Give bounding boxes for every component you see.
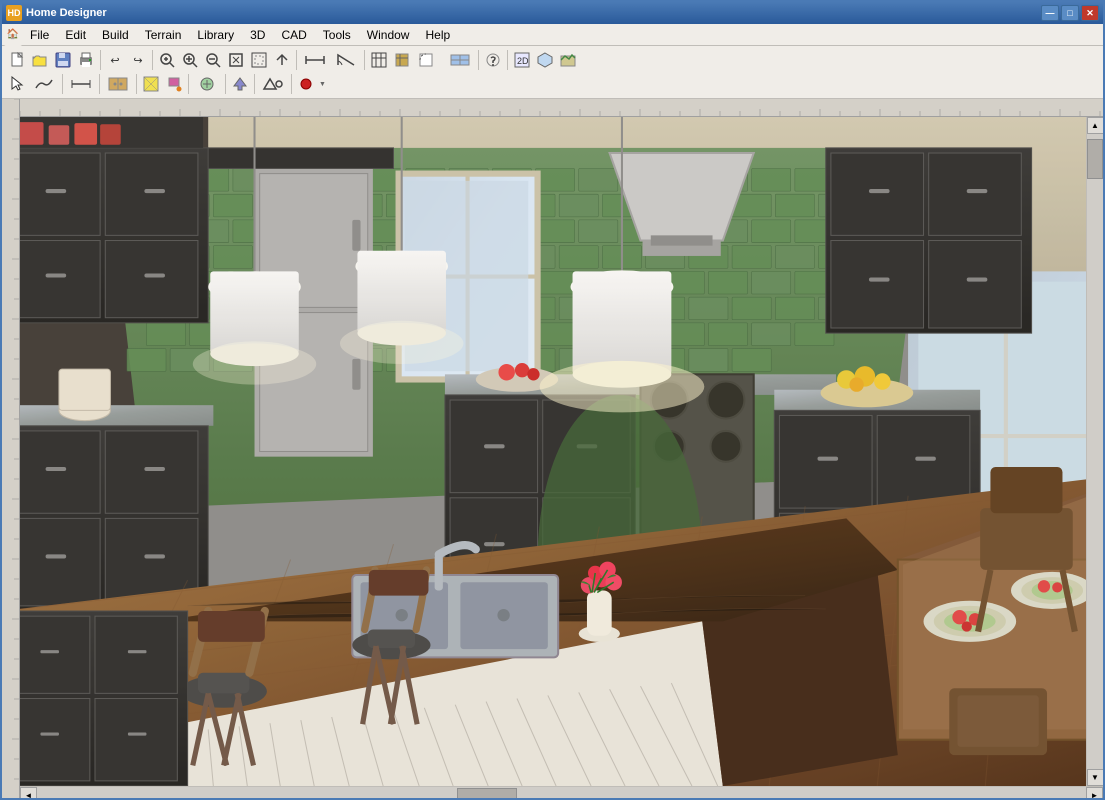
paint-bucket-btn[interactable]: [163, 73, 185, 95]
zoom-in-button[interactable]: [179, 49, 201, 71]
fill-window-button[interactable]: [225, 49, 247, 71]
window-title: Home Designer: [26, 7, 1041, 19]
h-scroll-track[interactable]: [37, 787, 1086, 800]
record-dropdown-arrow[interactable]: ▼: [319, 81, 326, 88]
vertical-scrollbar[interactable]: ▲ ▼: [1086, 117, 1103, 786]
menu-cad[interactable]: CAD: [273, 26, 314, 44]
title-bar: HD Home Designer — □ ✕: [2, 2, 1103, 24]
scroll-down-button[interactable]: ▼: [1087, 769, 1104, 786]
2d-view-btn[interactable]: 2D: [511, 49, 533, 71]
door-btn[interactable]: [414, 49, 444, 71]
redo-button[interactable]: ↪: [127, 49, 149, 71]
print-button[interactable]: [75, 49, 97, 71]
app-menu-icon[interactable]: 🏠: [4, 24, 22, 46]
cabinet-tool[interactable]: [103, 73, 133, 95]
3d-viewport[interactable]: [20, 117, 1086, 786]
menu-3d[interactable]: 3D: [242, 26, 273, 44]
toolbar-row1: ↩ ↪: [2, 46, 1103, 99]
zoom-region-button[interactable]: [156, 49, 178, 71]
place-fixture-btn[interactable]: [192, 73, 222, 95]
arrow-up-btn[interactable]: [229, 73, 251, 95]
horizontal-ruler: [20, 99, 1103, 117]
poly-select-tool[interactable]: [29, 73, 59, 95]
undo-button[interactable]: ↩: [104, 49, 126, 71]
menu-file[interactable]: File: [22, 26, 57, 44]
kitchen-scene-svg: [20, 117, 1086, 786]
symbol-btn[interactable]: [482, 49, 504, 71]
open-button[interactable]: [29, 49, 51, 71]
save-button[interactable]: [52, 49, 74, 71]
undo-zoom-button[interactable]: [248, 49, 270, 71]
select-tool[interactable]: [6, 73, 28, 95]
menu-bar: 🏠 File Edit Build Terrain Library 3D CAD…: [2, 24, 1103, 46]
wall-angle-btn[interactable]: [331, 49, 361, 71]
content-area: ▲ ▼ ◄ ►: [2, 99, 1103, 800]
elevation-btn[interactable]: [557, 49, 579, 71]
menu-edit[interactable]: Edit: [57, 26, 94, 44]
framing-btn[interactable]: [368, 49, 390, 71]
app-icon: HD: [6, 5, 22, 21]
menu-tools[interactable]: Tools: [315, 26, 359, 44]
transform-btn[interactable]: [258, 73, 288, 95]
stairs-btn[interactable]: [391, 49, 413, 71]
maximize-button[interactable]: □: [1061, 5, 1079, 21]
scroll-thumb[interactable]: [1087, 139, 1103, 179]
new-button[interactable]: [6, 49, 28, 71]
vertical-ruler: [2, 99, 20, 800]
scroll-up-button[interactable]: ▲: [1087, 117, 1104, 134]
zoom-prev-button[interactable]: [271, 49, 293, 71]
title-bar-controls: — □ ✕: [1041, 5, 1099, 21]
canvas-container: ▲ ▼ ◄ ►: [20, 99, 1103, 800]
material-paint-btn[interactable]: [140, 73, 162, 95]
menu-build[interactable]: Build: [94, 26, 137, 44]
zoom-out-button[interactable]: [202, 49, 224, 71]
wall-length-btn[interactable]: [300, 49, 330, 71]
menu-library[interactable]: Library: [189, 26, 242, 44]
scroll-left-button[interactable]: ◄: [20, 787, 37, 800]
scene-and-scrollbar: ▲ ▼: [20, 117, 1103, 786]
svg-text:2D: 2D: [517, 56, 529, 66]
record-btn[interactable]: [295, 73, 317, 95]
menu-window[interactable]: Window: [359, 26, 418, 44]
horizontal-scrollbar[interactable]: ◄ ►: [20, 786, 1103, 800]
close-button[interactable]: ✕: [1081, 5, 1099, 21]
scroll-track[interactable]: [1087, 134, 1103, 769]
minimize-button[interactable]: —: [1041, 5, 1059, 21]
main-window: HD Home Designer — □ ✕ 🏠 File Edit Build…: [0, 0, 1105, 800]
menu-help[interactable]: Help: [417, 26, 458, 44]
window-obj-btn[interactable]: [445, 49, 475, 71]
h-scroll-thumb[interactable]: [457, 788, 517, 800]
3d-view-btn[interactable]: [534, 49, 556, 71]
scroll-right-button[interactable]: ►: [1086, 787, 1103, 800]
menu-terrain[interactable]: Terrain: [137, 26, 190, 44]
dimension-tool[interactable]: [66, 73, 96, 95]
